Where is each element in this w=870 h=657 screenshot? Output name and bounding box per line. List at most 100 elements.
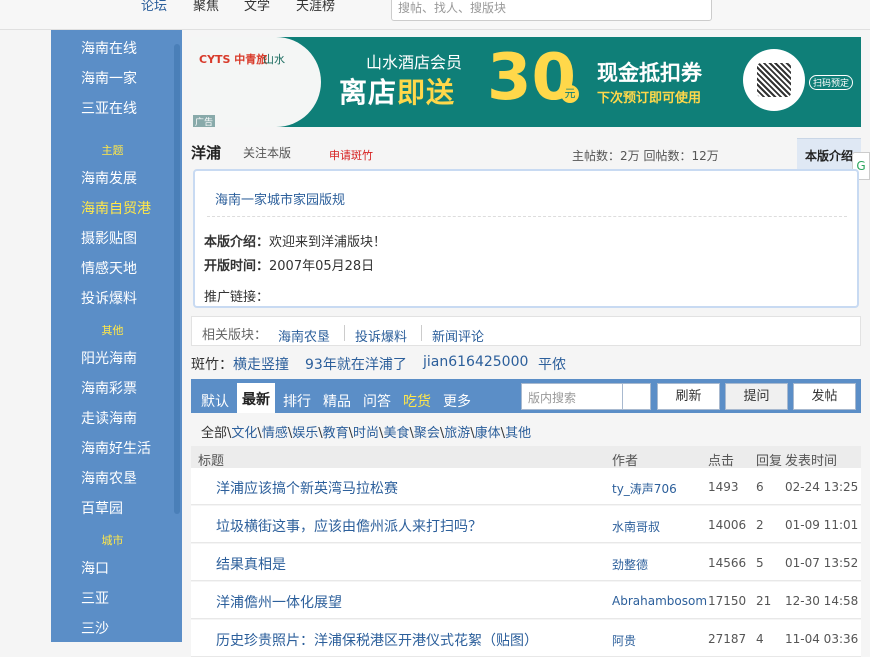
top-search-input[interactable]: 搜帖、找人、搜版块: [391, 0, 712, 21]
banner-line4: 下次预订即可使用: [597, 91, 702, 106]
moderator-link[interactable]: 横走竖撞: [233, 354, 289, 374]
sidebar-item-lottery[interactable]: 海南彩票: [81, 379, 181, 399]
tab-featured[interactable]: 精品: [323, 391, 351, 411]
sidebar-item-farm[interactable]: 海南农垦: [81, 469, 181, 489]
open-date-value: 2007年05月28日: [269, 259, 375, 274]
divider: [344, 325, 345, 341]
post-title-link[interactable]: 垃圾横街这事，应该由儋州派人来打扫吗？: [216, 516, 482, 536]
moderator-link[interactable]: 93年就在洋浦了: [305, 354, 407, 374]
post-title-link[interactable]: 洋浦儋州一体化展望: [216, 592, 342, 612]
category-entertainment[interactable]: 娱乐: [292, 426, 318, 441]
board-rules-link[interactable]: 海南一家城市家园版规: [215, 189, 345, 208]
category-fitness[interactable]: 康体: [475, 426, 501, 441]
promo-label: 推广链接：: [204, 290, 270, 305]
refresh-button[interactable]: 刷新: [657, 383, 720, 410]
sidebar-item-free-trade-port[interactable]: 海南自贸港: [81, 199, 181, 219]
tab-default[interactable]: 默认: [201, 391, 229, 411]
board-stats: 主帖数：2万 回帖数：12万: [572, 149, 719, 163]
tab-qa[interactable]: 问答: [363, 391, 391, 411]
post-author-link[interactable]: Abrahambosom: [612, 594, 707, 608]
sidebar-heading-theme: 主题: [101, 144, 124, 157]
sidebar-item-hainan-online[interactable]: 海南在线: [81, 39, 181, 59]
sidebar-item-good-life[interactable]: 海南好生活: [81, 439, 181, 459]
header-date: 发表时间: [785, 454, 838, 469]
sidebar-item-herb-garden[interactable]: 百草园: [81, 499, 181, 519]
topnav-forum[interactable]: 论坛: [141, 0, 167, 16]
open-date-label: 开版时间：: [204, 259, 270, 274]
sidebar-heading-city: 城市: [101, 534, 124, 547]
banner-scan-label: 扫码预定: [809, 75, 854, 90]
table-row: 结果真相是 劲整德 14566 5 01-07 13:52: [191, 544, 861, 581]
ask-button[interactable]: 提问: [725, 383, 788, 410]
topnav-ranking[interactable]: 天涯榜: [296, 0, 335, 16]
apply-moderator-link[interactable]: 申请斑竹: [329, 147, 373, 163]
sidebar-item-development[interactable]: 海南发展: [81, 169, 181, 189]
sidebar-item-hainan-family[interactable]: 海南一家: [81, 69, 181, 89]
topnav-literature[interactable]: 文学: [244, 0, 270, 16]
post-title-link[interactable]: 结果真相是: [216, 554, 286, 574]
banner-line2: 离店即送: [339, 71, 455, 111]
sidebar-item-walk-hainan[interactable]: 走读海南: [81, 409, 181, 429]
post-replies: 2: [756, 518, 764, 532]
category-fashion[interactable]: 时尚: [353, 426, 379, 441]
post-title-link[interactable]: 历史珍贵照片：洋浦保税港区开港仪式花絮（贴图）: [216, 630, 538, 650]
ad-banner[interactable]: CYTS 中青旅 山水 山水酒店会员 离店即送 30 元 现金抵扣券 下次预订即…: [191, 37, 861, 127]
post-replies: 6: [756, 480, 764, 494]
post-date: 12-30 14:58: [785, 594, 859, 608]
moderator-link[interactable]: jian616425000: [423, 354, 528, 370]
category-emotion[interactable]: 情感: [262, 426, 288, 441]
divider: [421, 325, 422, 341]
post-date: 01-09 11:01: [785, 518, 859, 532]
post-replies: 4: [756, 632, 764, 646]
post-title-link[interactable]: 洋浦应该搞个新英湾马拉松赛: [216, 478, 398, 498]
category-culture[interactable]: 文化: [231, 426, 257, 441]
banner-line2b: 即送: [397, 76, 456, 109]
board-search-input[interactable]: 版内搜索: [521, 383, 651, 410]
sidebar-item-emotion[interactable]: 情感天地: [81, 259, 181, 279]
follow-board-link[interactable]: 关注本版: [243, 144, 291, 161]
category-education[interactable]: 教育: [323, 426, 349, 441]
topnav-focus[interactable]: 聚焦: [193, 0, 219, 16]
post-replies: 21: [756, 594, 772, 608]
sidebar-item-photo[interactable]: 摄影贴图: [81, 229, 181, 249]
sidebar-item-sanya[interactable]: 三亚: [81, 589, 181, 609]
tab-more[interactable]: 更多: [443, 391, 471, 411]
category-food[interactable]: 美食: [383, 426, 409, 441]
category-travel[interactable]: 旅游: [444, 426, 470, 441]
post-date: 11-04 03:36: [785, 632, 859, 646]
sidebar-item-haikou[interactable]: 海口: [81, 559, 181, 579]
related-item-farm[interactable]: 海南农垦: [278, 326, 330, 345]
post-author-link[interactable]: ty_涛声706: [612, 480, 677, 497]
moderator-link[interactable]: 平侬: [538, 354, 566, 374]
banner-line2a: 离店: [339, 76, 398, 109]
post-views: 14566: [708, 556, 747, 570]
tab-foodie[interactable]: 吃货: [403, 391, 431, 411]
table-row: 洋浦应该搞个新英湾马拉松赛 ty_涛声706 1493 6 02-24 13:2…: [191, 468, 861, 505]
related-item-news[interactable]: 新闻评论: [432, 326, 484, 345]
sidebar-item-complaints[interactable]: 投诉爆料: [81, 289, 181, 309]
category-filter: 全部\文化\情感\娱乐\教育\时尚\美食\聚会\旅游\康体\其他: [201, 426, 532, 441]
intro-label: 本版介绍：: [204, 235, 270, 250]
category-party[interactable]: 聚会: [414, 426, 440, 441]
tab-ranking[interactable]: 排行: [283, 391, 311, 411]
post-views: 14006: [708, 518, 747, 532]
sidebar-item-sanya-online[interactable]: 三亚在线: [81, 99, 181, 119]
tab-latest[interactable]: 最新: [237, 383, 275, 413]
board-title: 洋浦: [191, 144, 222, 162]
post-author-link[interactable]: 水南哥叔: [612, 518, 660, 535]
post-author-link[interactable]: 阿贵: [612, 632, 636, 649]
open-date-line: 开版时间：2007年05月28日: [204, 255, 374, 274]
sidebar-heading-other: 其他: [101, 324, 124, 337]
category-all[interactable]: 全部: [201, 426, 227, 441]
board-intro-box: 海南一家城市家园版规 本版介绍：欢迎来到洋浦版块！ 开版时间：2007年05月2…: [193, 169, 859, 308]
post-author-link[interactable]: 劲整德: [612, 556, 648, 573]
table-row: 洋浦儋州一体化展望 Abrahambosom 17150 21 12-30 14…: [191, 582, 861, 619]
sidebar-item-sansha[interactable]: 三沙: [81, 619, 181, 639]
sidebar-item-sunny-hainan[interactable]: 阳光海南: [81, 349, 181, 369]
related-label: 相关版块：: [202, 328, 268, 343]
post-button[interactable]: 发帖: [793, 383, 856, 410]
banner-line3: 现金抵扣券: [597, 61, 702, 85]
banner-yuan: 元: [561, 85, 579, 103]
related-item-complaints[interactable]: 投诉爆料: [355, 326, 407, 345]
category-other[interactable]: 其他: [505, 426, 531, 441]
